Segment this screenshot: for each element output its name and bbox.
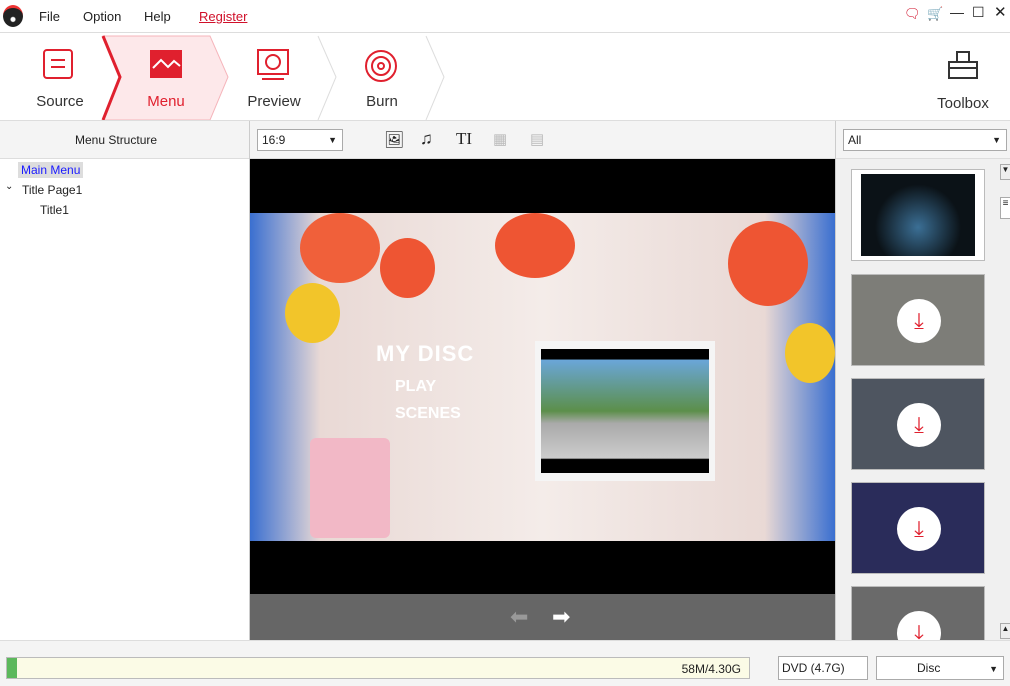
prev-page-arrow-icon[interactable]: ⬅ — [510, 604, 528, 630]
cart-icon[interactable]: 🛒 — [927, 6, 943, 22]
scroll-up-button[interactable]: ▼ — [1000, 164, 1010, 180]
video-thumbnail[interactable] — [535, 341, 715, 481]
menu-preview-canvas: MY DISC PLAY SCENES ⬅ ➡ — [250, 159, 835, 640]
step-preview[interactable]: Preview — [214, 34, 334, 120]
file-icon: ▤ — [530, 131, 545, 148]
capacity-fill — [7, 658, 17, 678]
next-page-arrow-icon[interactable]: ➡ — [552, 604, 570, 630]
menu-structure-title: Menu Structure — [75, 133, 158, 147]
source-icon — [43, 49, 73, 79]
download-icon[interactable]: ⤓ — [897, 403, 941, 447]
menu-title-text[interactable]: MY DISC — [376, 341, 474, 367]
menu-icon — [150, 50, 182, 78]
menu-file[interactable]: File — [39, 9, 60, 24]
tree-item-title-page[interactable]: Title Page1 — [22, 183, 82, 197]
tree-item-title1[interactable]: Title1 — [40, 203, 69, 217]
template-list: ⤓ ⤓ ⤓ ⤓ ▼ ≡ ▲ — [835, 159, 1010, 655]
step-menu[interactable]: Menu — [106, 34, 226, 120]
menu-bar: File Option Help Register 🗨 🛒 — ☐ ✕ — [0, 0, 1010, 33]
status-bar: 58M/4.30G DVD (4.7G) Disc ▼ — [0, 640, 1010, 686]
download-icon[interactable]: ⤓ — [897, 299, 941, 343]
page-nav: ⬅ ➡ — [250, 594, 835, 640]
grid-icon: ▦ — [493, 131, 508, 148]
feedback-icon[interactable]: 🗨 — [904, 6, 921, 22]
menu-structure-tree: Main Menu ⌄ Title Page1 Title1 — [0, 159, 250, 640]
template-thumb[interactable]: ⤓ — [851, 274, 985, 366]
menu-play-button[interactable]: PLAY — [395, 378, 436, 396]
register-link[interactable]: Register — [199, 9, 247, 24]
template-thumb[interactable]: ⤓ — [851, 378, 985, 470]
image-icon[interactable]: 🖼 — [384, 130, 404, 150]
preview-icon — [257, 49, 289, 80]
template-filter-select[interactable]: All ▼ — [843, 129, 1007, 151]
close-icon[interactable]: ✕ — [994, 3, 1007, 21]
template-thumb[interactable]: ⤓ — [851, 586, 985, 655]
scrollbar-thumb[interactable]: ≡ — [1000, 197, 1010, 219]
maximize-icon[interactable]: ☐ — [972, 4, 985, 21]
disc-type-select[interactable]: DVD (4.7G) — [778, 656, 868, 680]
burn-icon — [365, 50, 397, 82]
menu-help[interactable]: Help — [144, 9, 171, 24]
capacity-text: 58M/4.30G — [681, 662, 741, 676]
menu-scenes-button[interactable]: SCENES — [395, 405, 461, 423]
tree-item-main-menu[interactable]: Main Menu — [18, 162, 84, 178]
output-select[interactable]: Disc ▼ — [876, 656, 1004, 680]
menu-option[interactable]: Option — [83, 9, 121, 24]
download-icon[interactable]: ⤓ — [897, 507, 941, 551]
aspect-select[interactable]: 16:9 ▼ — [257, 129, 343, 151]
step-bar: Source Menu Preview Burn Toolbox — [0, 34, 1010, 120]
step-burn[interactable]: Burn — [322, 34, 442, 120]
app-logo-icon — [3, 5, 23, 27]
template-thumb[interactable] — [851, 169, 985, 261]
scroll-down-button[interactable]: ▲ — [1000, 623, 1010, 639]
text-icon[interactable]: TI — [456, 129, 472, 149]
expand-icon[interactable]: ⌄ — [5, 181, 13, 192]
template-thumb[interactable]: ⤓ — [851, 482, 985, 574]
toolbar: Menu Structure 16:9 ▼ 🖼 ♫ TI ▦ ▤ All ▼ — [0, 120, 1010, 160]
menu-background-image[interactable]: MY DISC PLAY SCENES — [250, 213, 835, 541]
capacity-bar: 58M/4.30G — [6, 657, 750, 679]
minimize-icon[interactable]: — — [950, 4, 964, 20]
music-icon[interactable]: ♫ — [420, 129, 433, 149]
toolbox-button[interactable]: Toolbox — [903, 34, 1010, 120]
step-source[interactable]: Source — [0, 34, 120, 120]
toolbox-icon — [948, 51, 978, 79]
